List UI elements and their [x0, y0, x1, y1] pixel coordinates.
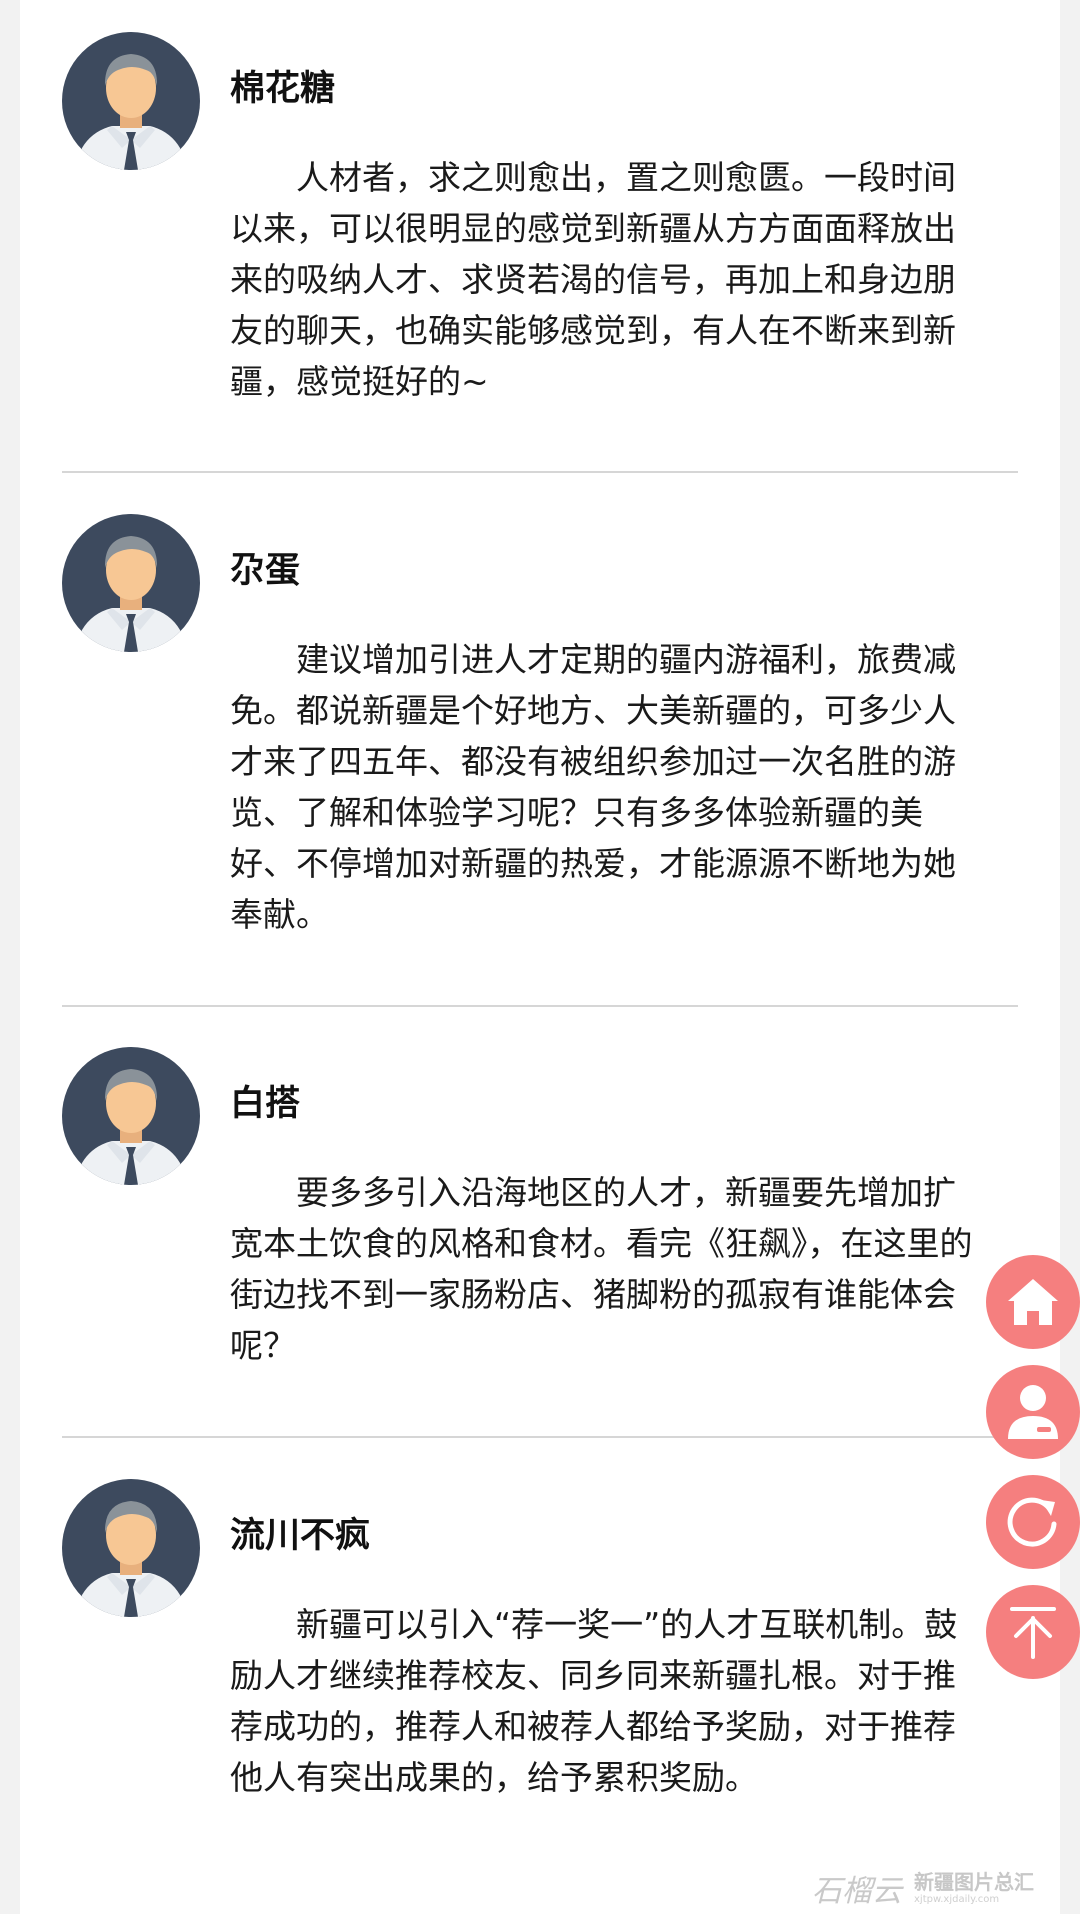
back-to-top-icon	[1010, 1607, 1056, 1659]
user-center-button[interactable]	[986, 1365, 1080, 1459]
comment-text: 新疆可以引入“荐一奖一”的人才互联机制。鼓励人才继续推荐校友、同乡同来新疆扎根。…	[230, 1605, 958, 1797]
avatar[interactable]	[62, 1047, 200, 1185]
divider	[62, 471, 1018, 473]
comment-author[interactable]: 白搭	[230, 1087, 300, 1122]
comment-text: 要多多引入沿海地区的人才，新疆要先增加扩宽本土饮食的风格和食材。看完《狂飙》，在…	[230, 1173, 973, 1365]
divider	[62, 1005, 1018, 1007]
watermark: 石榴云 新疆图片总汇 xjtpw.xjdaily.com	[812, 1868, 1062, 1910]
avatar[interactable]	[62, 32, 200, 170]
comment-author[interactable]: 棉花糖	[230, 72, 335, 107]
back-to-top-button[interactable]	[986, 1585, 1080, 1679]
comment-list-page: 棉花糖 人材者，求之则愈出，置之则愈匮。一段时间以来，可以很明显的感觉到新疆从方…	[20, 0, 1060, 1914]
watermark-title: 新疆图片总汇	[914, 1869, 1034, 1894]
avatar[interactable]	[62, 1479, 200, 1617]
comment-text: 建议增加引进人才定期的疆内游福利，旅费减免。都说新疆是个好地方、大美新疆的，可多…	[230, 640, 956, 934]
home-button[interactable]	[986, 1255, 1080, 1349]
watermark-url: xjtpw.xjdaily.com	[914, 1893, 1000, 1905]
watermark-logo: 石榴云	[812, 1874, 902, 1909]
comment-text: 人材者，求之则愈出，置之则愈匮。一段时间以来，可以很明显的感觉到新疆从方方面面释…	[230, 158, 956, 401]
home-icon	[1008, 1279, 1058, 1325]
comment-author[interactable]: 流川不疯	[230, 1519, 370, 1554]
user-icon	[1008, 1385, 1058, 1439]
refresh-icon	[1007, 1497, 1057, 1547]
avatar[interactable]	[62, 514, 200, 652]
refresh-button[interactable]	[986, 1475, 1080, 1569]
comment-author[interactable]: 尕蛋	[230, 554, 300, 589]
divider	[62, 1436, 1018, 1438]
